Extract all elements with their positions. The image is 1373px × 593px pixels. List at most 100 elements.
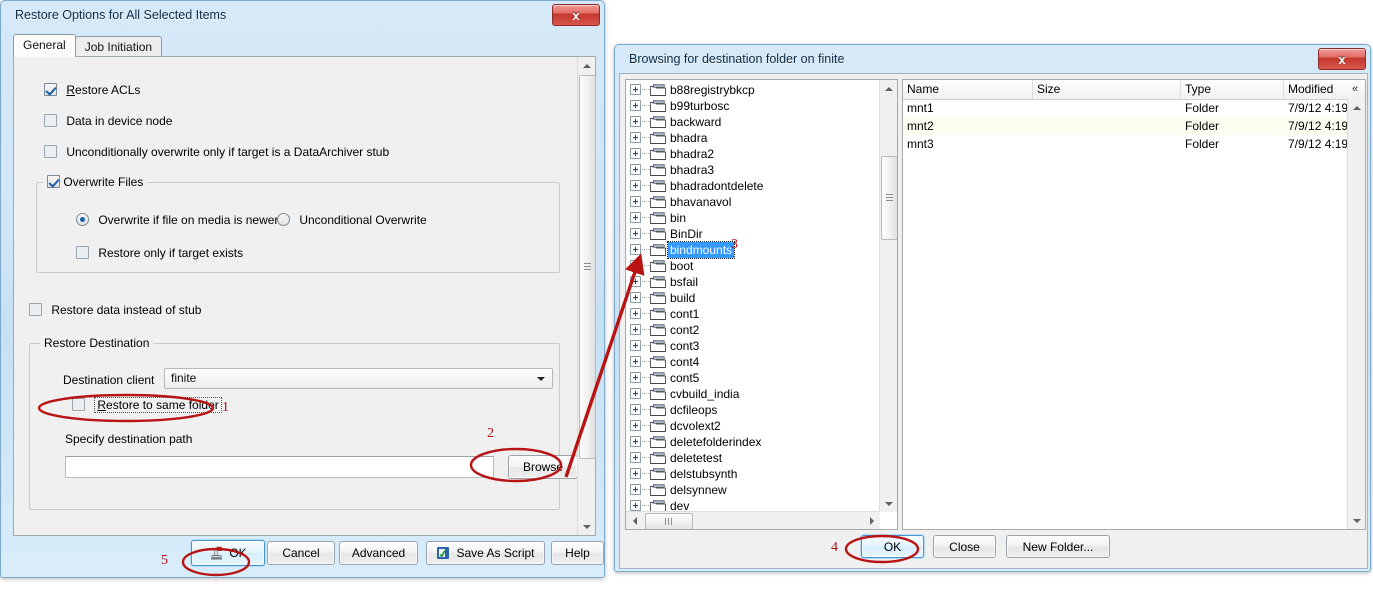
- tree-item-bindmounts[interactable]: bindmounts: [626, 242, 879, 258]
- tree-item-cvbuild_india[interactable]: cvbuild_india: [626, 386, 879, 402]
- expand-plus-icon[interactable]: [630, 484, 641, 495]
- tree-item-bhadra[interactable]: bhadra: [626, 130, 879, 146]
- expand-plus-icon[interactable]: [630, 468, 641, 479]
- tab-general[interactable]: General: [13, 34, 76, 57]
- tree-scroll-up-icon[interactable]: [880, 80, 897, 97]
- tree-item-dev[interactable]: dev: [626, 498, 879, 511]
- expand-plus-icon[interactable]: [630, 132, 641, 143]
- column-header-name[interactable]: Name: [903, 80, 1033, 99]
- tree-item-cont3[interactable]: cont3: [626, 338, 879, 354]
- expand-plus-icon[interactable]: [630, 372, 641, 383]
- data-in-device-node-row[interactable]: Data in device node: [44, 114, 172, 128]
- tree-item-bhadra3[interactable]: bhadra3: [626, 162, 879, 178]
- overwrite-files-group-title[interactable]: Overwrite Files: [43, 175, 147, 189]
- expand-plus-icon[interactable]: [630, 164, 641, 175]
- column-header-type[interactable]: Type: [1181, 80, 1284, 99]
- destination-client-select[interactable]: finite: [164, 368, 553, 389]
- column-header-size[interactable]: Size: [1033, 80, 1181, 99]
- tree-scrollbar-thumb[interactable]: [881, 156, 898, 240]
- expand-plus-icon[interactable]: [630, 420, 641, 431]
- browse-dialog-close-button[interactable]: Close: [933, 535, 996, 558]
- restore-only-if-target-exists-checkbox[interactable]: [76, 246, 89, 259]
- restore-to-same-folder-checkbox[interactable]: [72, 398, 85, 411]
- tree-item-bin[interactable]: bin: [626, 210, 879, 226]
- column-header-modified[interactable]: Modified: [1284, 80, 1347, 99]
- data-in-device-node-checkbox[interactable]: [44, 114, 57, 127]
- restore-only-if-target-exists-row[interactable]: Restore only if target exists: [76, 246, 243, 260]
- expand-plus-icon[interactable]: [630, 356, 641, 367]
- new-folder-button[interactable]: New Folder...: [1006, 535, 1110, 558]
- expand-plus-icon[interactable]: [630, 308, 641, 319]
- tree-scroll-down-icon[interactable]: [880, 495, 897, 512]
- tree-hscrollbar-thumb[interactable]: [645, 513, 693, 530]
- tree-item-dcvolext2[interactable]: dcvolext2: [626, 418, 879, 434]
- restore-data-instead-of-stub-row[interactable]: Restore data instead of stub: [29, 303, 201, 317]
- expand-plus-icon[interactable]: [630, 500, 641, 511]
- close-icon[interactable]: x: [552, 4, 600, 26]
- folder-contents-list[interactable]: Name Size Type Modified « mnt1Folder7/9/…: [902, 79, 1366, 530]
- restore-dialog-ok-button[interactable]: OK: [191, 540, 265, 566]
- folder-tree-vscrollbar[interactable]: [879, 80, 897, 512]
- save-as-script-button[interactable]: Save As Script: [426, 541, 545, 565]
- expand-plus-icon[interactable]: [630, 340, 641, 351]
- tree-scroll-right-icon[interactable]: [863, 512, 880, 529]
- tree-item-build[interactable]: build: [626, 290, 879, 306]
- overwrite-files-checkbox[interactable]: [47, 175, 60, 188]
- unconditional-overwrite-row[interactable]: Unconditional Overwrite: [277, 213, 427, 227]
- restore-acls-checkbox[interactable]: [44, 83, 57, 96]
- unconditional-overwrite-radio[interactable]: [277, 213, 290, 226]
- expand-plus-icon[interactable]: [630, 324, 641, 335]
- list-vscrollbar[interactable]: [1347, 99, 1365, 529]
- expand-plus-icon[interactable]: [630, 180, 641, 191]
- table-row[interactable]: mnt1Folder7/9/12 4:19 PM: [903, 99, 1348, 117]
- expand-plus-icon[interactable]: [630, 84, 641, 95]
- expand-plus-icon[interactable]: [630, 436, 641, 447]
- tree-item-b88registrybkcp[interactable]: b88registrybkcp: [626, 82, 879, 98]
- tree-item-bhadra2[interactable]: bhadra2: [626, 146, 879, 162]
- table-row[interactable]: mnt2Folder7/9/12 4:19 PM: [903, 117, 1348, 135]
- list-scroll-up-icon[interactable]: [1348, 99, 1365, 116]
- browse-button[interactable]: Browse: [508, 455, 577, 479]
- expand-plus-icon[interactable]: [630, 116, 641, 127]
- expand-plus-icon[interactable]: [630, 100, 641, 111]
- expand-plus-icon[interactable]: [630, 404, 641, 415]
- tree-item-backward[interactable]: backward: [626, 114, 879, 130]
- expand-plus-icon[interactable]: [630, 148, 641, 159]
- expand-plus-icon[interactable]: [630, 276, 641, 287]
- scrollbar-thumb[interactable]: [579, 75, 596, 459]
- browse-close-icon[interactable]: x: [1318, 48, 1366, 70]
- advanced-button[interactable]: Advanced: [339, 541, 418, 565]
- unconditional-stub-overwrite-checkbox[interactable]: [44, 145, 57, 158]
- tree-item-delstubsynth[interactable]: delstubsynth: [626, 466, 879, 482]
- browse-dialog-ok-button[interactable]: OK: [861, 535, 924, 558]
- tree-item-bindir[interactable]: BinDir: [626, 226, 879, 242]
- scroll-down-icon[interactable]: [578, 518, 595, 535]
- tree-item-delsynnew[interactable]: delsynnew: [626, 482, 879, 498]
- general-panel-scrollbar[interactable]: [577, 57, 595, 535]
- cancel-button[interactable]: Cancel: [267, 541, 335, 565]
- unconditional-stub-overwrite-row[interactable]: Unconditionally overwrite only if target…: [44, 145, 389, 159]
- tree-item-cont4[interactable]: cont4: [626, 354, 879, 370]
- tree-item-cont5[interactable]: cont5: [626, 370, 879, 386]
- scroll-up-icon[interactable]: [578, 57, 595, 74]
- restore-acls-row[interactable]: Restore ACLs: [44, 83, 140, 97]
- folder-tree[interactable]: b88registrybkcpb99turboscbackwardbhadrab…: [625, 79, 898, 530]
- expand-plus-icon[interactable]: [630, 228, 641, 239]
- tree-item-bhadradontdelete[interactable]: bhadradontdelete: [626, 178, 879, 194]
- overwrite-newer-row[interactable]: Overwrite if file on media is newer: [76, 213, 278, 227]
- tree-item-bhavanavol[interactable]: bhavanavol: [626, 194, 879, 210]
- tree-item-dcfileops[interactable]: dcfileops: [626, 402, 879, 418]
- expand-plus-icon[interactable]: [630, 452, 641, 463]
- tree-item-deletetest[interactable]: deletetest: [626, 450, 879, 466]
- destination-path-input[interactable]: [65, 456, 494, 478]
- tree-item-deletefolderindex[interactable]: deletefolderindex: [626, 434, 879, 450]
- restore-to-same-folder-row[interactable]: Restore to same folder: [72, 398, 222, 412]
- list-scroll-down-icon[interactable]: [1348, 512, 1365, 529]
- tree-item-boot[interactable]: boot: [626, 258, 879, 274]
- expand-plus-icon[interactable]: [630, 244, 641, 255]
- expand-plus-icon[interactable]: [630, 212, 641, 223]
- restore-data-instead-of-stub-checkbox[interactable]: [29, 303, 42, 316]
- tab-job-initiation[interactable]: Job Initiation: [75, 36, 162, 57]
- chevron-double-down-icon[interactable]: «: [1348, 82, 1362, 96]
- expand-plus-icon[interactable]: [630, 292, 641, 303]
